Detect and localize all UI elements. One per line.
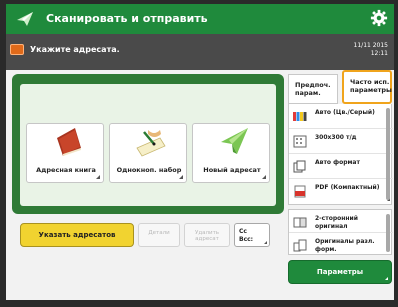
new-destination-button[interactable]: Новый адресат (192, 123, 270, 183)
destination-panel: Адресная книга Однокноп. набор Новый адр… (12, 74, 284, 214)
specify-destinations-button[interactable]: Указать адресатов (20, 223, 134, 247)
address-book-icon (57, 128, 81, 156)
options-label: Параметры (316, 268, 364, 276)
destination-inner-panel: Адресная книга Однокноп. набор Новый адр… (20, 84, 276, 206)
gear-icon[interactable] (370, 9, 388, 27)
cc-bcc-button[interactable]: Cc Bcc: (234, 223, 270, 247)
new-destination-label: Новый адресат (203, 166, 261, 174)
color-icon (293, 112, 307, 121)
screen: Сканировать и отправить Укажите адресата… (6, 4, 394, 300)
setting-mixed-size-text: Оригиналы разл. форм. (315, 238, 375, 253)
scrollbar[interactable] (386, 108, 390, 200)
more-indicator (262, 175, 266, 179)
page-title: Сканировать и отправить (46, 12, 208, 25)
cc-bcc-label: Cc Bcc: (239, 228, 254, 243)
resolution-icon (293, 135, 307, 148)
clock: 11/11 2015 12:11 (353, 42, 388, 57)
setting-resolution[interactable]: 300x300 т/д (289, 129, 393, 154)
size-icon (293, 160, 306, 173)
setting-color-mode[interactable]: Автo (Цв./Серый) (289, 104, 393, 129)
status-message: Укажите адресата. (30, 45, 120, 54)
extra-settings-list: 2-сторонний оригинал Оригиналы разл. фор… (288, 209, 393, 256)
address-book-button[interactable]: Адресная книга (26, 123, 104, 183)
setting-duplex-text: 2-сторонний оригинал (315, 215, 358, 230)
setting-color-text: Автo (Цв./Серый) (315, 109, 375, 116)
more-indicator (96, 175, 100, 179)
tab-preferred-settings[interactable]: Предпоч. парам. (288, 74, 338, 104)
setting-size-text: Авто формат (315, 159, 360, 166)
one-touch-dial-label: Однокноп. набор (116, 166, 182, 174)
setting-resolution-text: 300x300 т/д (315, 134, 357, 141)
one-touch-dial-button[interactable]: Однокноп. набор (109, 123, 187, 183)
options-button[interactable]: Параметры (288, 260, 392, 284)
title-bar: Сканировать и отправить (6, 4, 394, 34)
pdf-icon (294, 185, 306, 198)
scrollbar[interactable] (386, 214, 390, 252)
delete-destination-button[interactable]: Удалить адресат (184, 223, 230, 247)
setting-duplex[interactable]: 2-сторонний оригинал (289, 210, 393, 233)
tab-frequently-used-settings[interactable]: Часто исп. параметры (342, 70, 392, 104)
setting-format-text: PDF (Компактный) (315, 184, 380, 191)
mixed-size-icon (293, 239, 307, 252)
duplex-icon (293, 217, 307, 228)
more-indicator (385, 277, 388, 280)
setting-scan-size[interactable]: Авто формат (289, 154, 393, 179)
new-destination-icon (221, 128, 248, 154)
details-button[interactable]: Детали (138, 223, 180, 247)
more-indicator (179, 175, 183, 179)
one-touch-dial-icon (136, 130, 166, 157)
send-icon (17, 12, 33, 26)
setting-mixed-size[interactable]: Оригиналы разл. форм. (289, 233, 393, 256)
settings-list: Автo (Цв./Серый) 300x300 т/д Авто формат (288, 104, 393, 205)
status-bar: Укажите адресата. 11/11 2015 12:11 (6, 34, 394, 70)
message-icon (10, 44, 24, 55)
more-indicator (264, 241, 267, 244)
address-book-label: Адресная книга (36, 166, 96, 174)
setting-file-format[interactable]: PDF (Компактный) (289, 179, 393, 204)
